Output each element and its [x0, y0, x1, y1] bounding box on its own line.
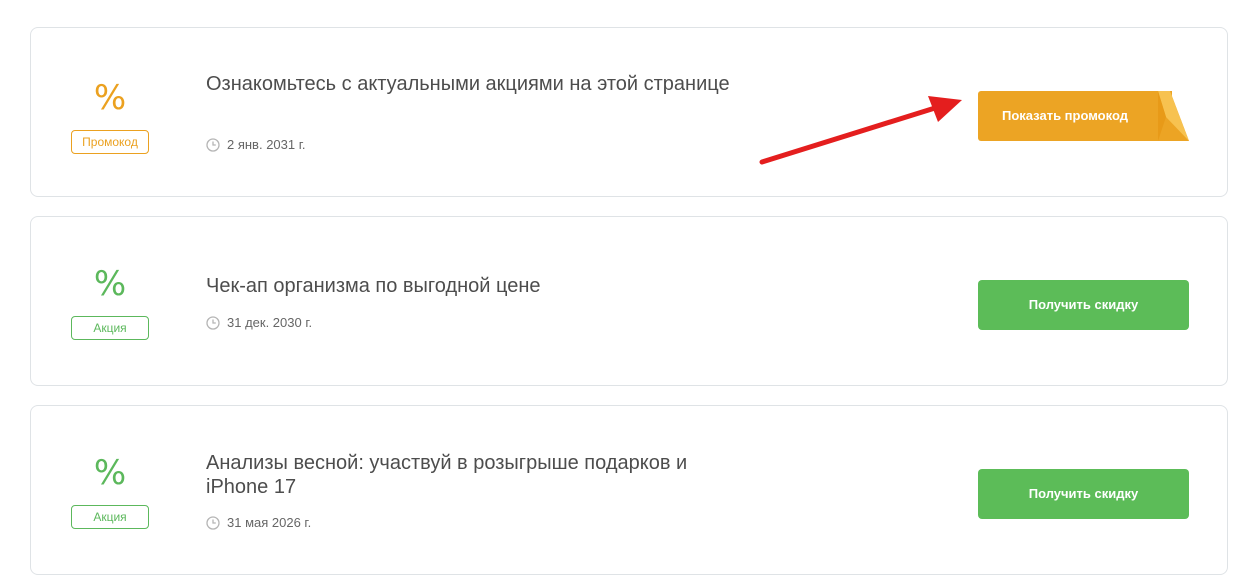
deal-type-badge: Промокод [71, 130, 149, 154]
show-promocode-label: Показать промокод [1002, 108, 1128, 123]
deal-type-badge: Акция [71, 505, 149, 529]
deal-badge-column: % Акция [71, 406, 149, 574]
deal-title[interactable]: Чек-ап организма по выгодной цене [206, 274, 746, 298]
deal-date-text: 2 янв. 2031 г. [227, 137, 306, 152]
percent-icon: % [93, 78, 127, 118]
deal-card-spring-tests: % Акция Анализы весной: участвуй в розыг… [30, 405, 1228, 575]
deal-date: 2 янв. 2031 г. [206, 137, 306, 152]
get-discount-button[interactable]: Получить скидку [978, 469, 1189, 519]
percent-icon: % [93, 264, 127, 304]
show-promocode-button[interactable]: Показать промокод [978, 91, 1189, 141]
percent-icon: % [93, 453, 127, 493]
deal-badge-column: % Промокод [71, 28, 149, 196]
deal-card-checkup: % Акция Чек-ап организма по выгодной цен… [30, 216, 1228, 386]
clock-icon [206, 315, 220, 330]
deal-badge-column: % Акция [71, 217, 149, 385]
deal-date: 31 дек. 2030 г. [206, 315, 312, 330]
deal-card-promocode: % Промокод Ознакомьтесь с актуальными ак… [30, 27, 1228, 197]
clock-icon [206, 137, 220, 152]
deal-date-text: 31 мая 2026 г. [227, 515, 312, 530]
deal-date: 31 мая 2026 г. [206, 515, 311, 530]
deal-type-badge: Акция [71, 316, 149, 340]
deal-title[interactable]: Анализы весной: участвуй в розыгрыше под… [206, 451, 746, 499]
get-discount-button[interactable]: Получить скидку [978, 280, 1189, 330]
deal-date-text: 31 дек. 2030 г. [227, 315, 313, 330]
deal-title[interactable]: Ознакомьтесь с актуальными акциями на эт… [206, 72, 746, 96]
clock-icon [206, 515, 220, 530]
promo-tear-corner-icon [1158, 91, 1189, 141]
